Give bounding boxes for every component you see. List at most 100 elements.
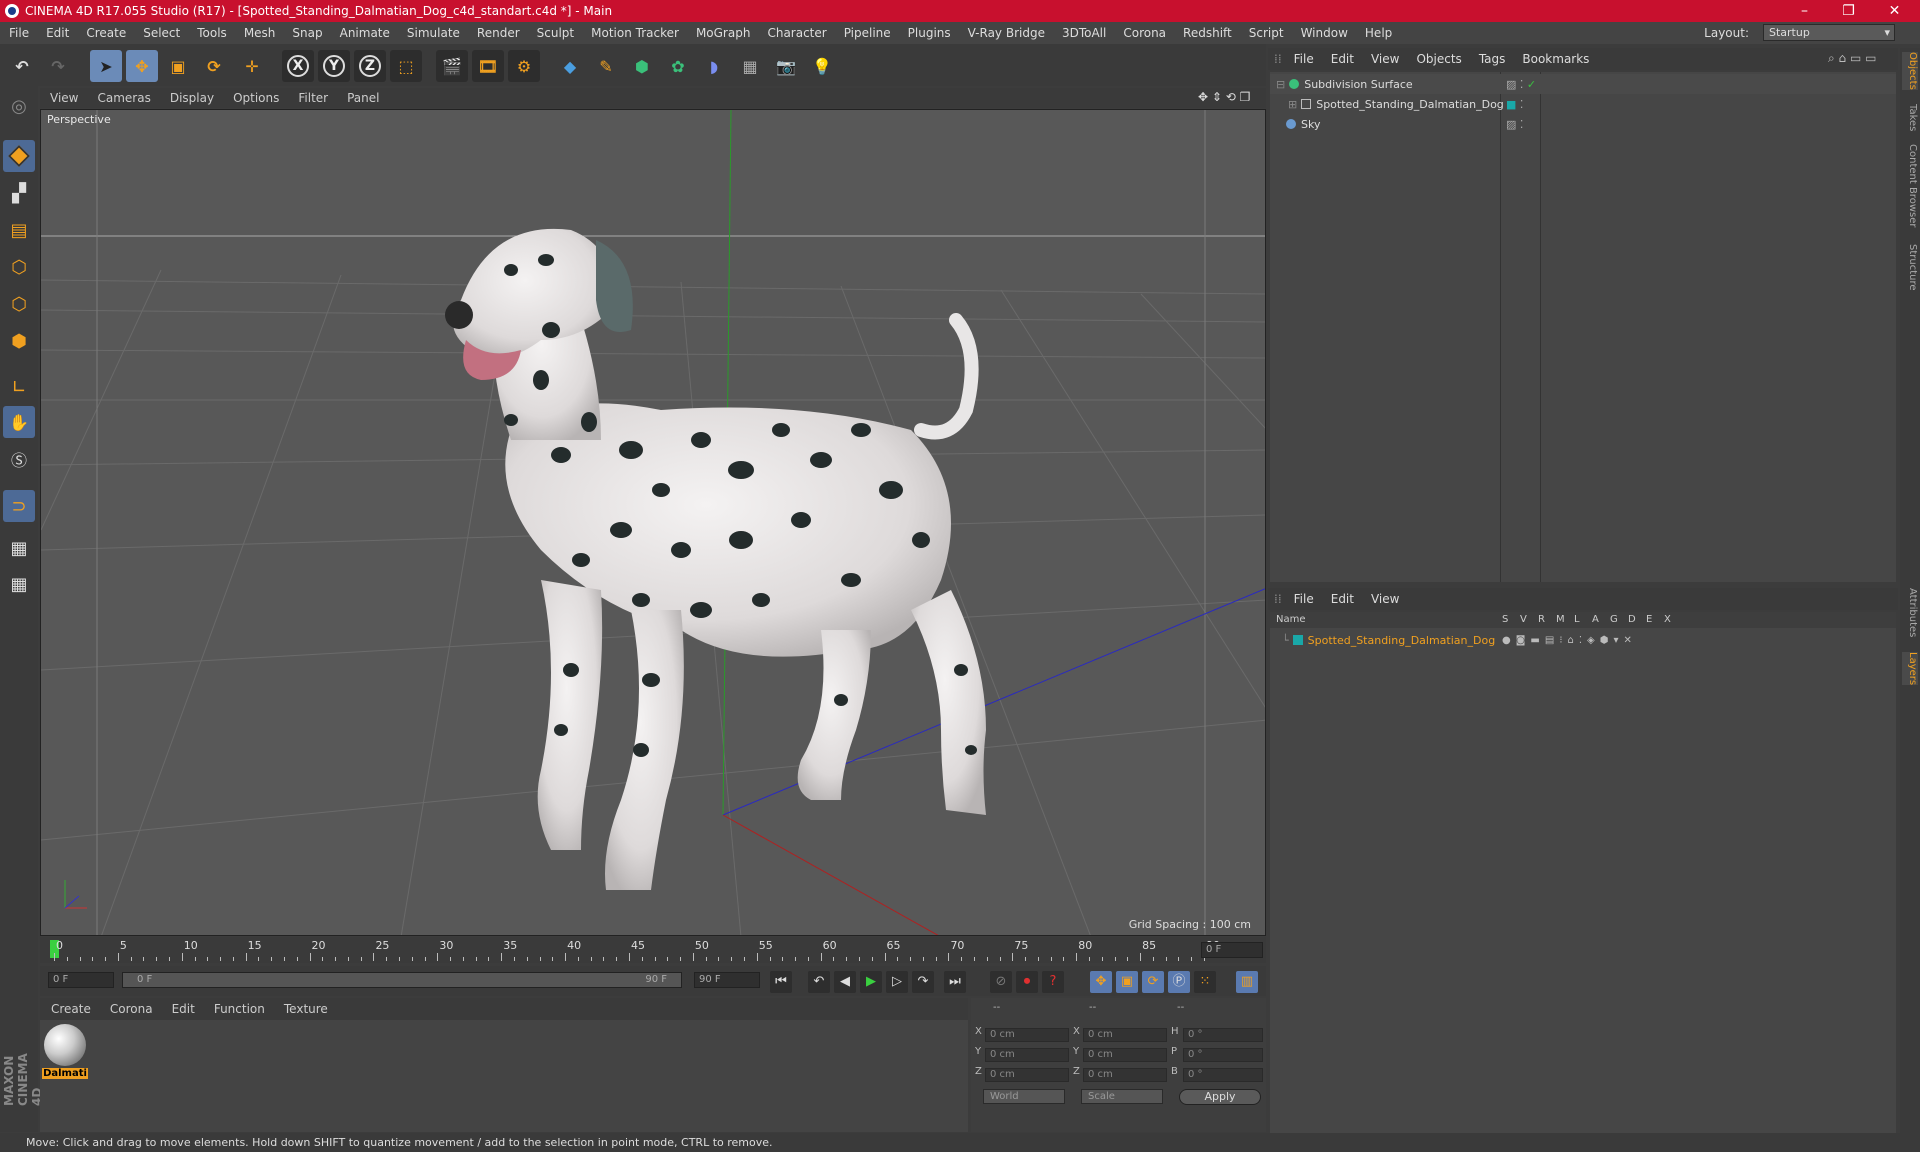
object-menu-tags[interactable]: Tags [1471, 52, 1515, 66]
apply-button[interactable]: Apply [1179, 1089, 1261, 1105]
layer-col-expressions[interactable]: E [1646, 614, 1652, 625]
menu-vray-bridge[interactable]: V-Ray Bridge [959, 26, 1053, 40]
rotation-b-input[interactable]: 0 ° [1183, 1068, 1263, 1082]
layer-col-render[interactable]: R [1538, 614, 1545, 625]
viewport-menu-display[interactable]: Display [160, 91, 223, 105]
panel-grip-icon[interactable]: ⁞⁞ [1268, 592, 1286, 606]
frame-range-slider[interactable]: 0 F 90 F [122, 972, 682, 988]
size-z-input[interactable]: 0 cm [1083, 1068, 1167, 1082]
keyframe-selection-icon[interactable]: ? [1042, 971, 1064, 993]
grid-snap-icon[interactable]: ▦ [3, 568, 35, 600]
object-manager-search-icons[interactable]: ⌕ ⌂ ▭ ▭ [1828, 51, 1876, 66]
key-position-icon[interactable]: ✥ [1090, 971, 1112, 993]
layout-dropdown[interactable]: Startup [1763, 24, 1895, 41]
render-settings-icon[interactable]: ⚙ [508, 50, 540, 82]
menu-render[interactable]: Render [468, 26, 528, 40]
light-icon[interactable]: 💡 [806, 50, 838, 82]
position-z-input[interactable]: 0 cm [985, 1068, 1069, 1082]
material-preview-thumbnail[interactable] [44, 1024, 86, 1066]
scale-mode-dropdown[interactable]: Scale [1081, 1089, 1163, 1104]
material-name-label[interactable]: Dalmati [42, 1068, 88, 1079]
go-to-start-icon[interactable]: ⏮ [770, 971, 792, 993]
polygons-mode-icon[interactable]: ⬢ [3, 325, 35, 357]
tab-attributes[interactable]: Attributes [1902, 588, 1918, 637]
recent-tool-icon[interactable]: ✛ [236, 50, 268, 82]
timeline-window-icon[interactable]: ▥ [1236, 971, 1258, 993]
layer-menu-edit[interactable]: Edit [1323, 592, 1363, 606]
key-scale-icon[interactable]: ▣ [1116, 971, 1138, 993]
menu-pipeline[interactable]: Pipeline [835, 26, 899, 40]
viewport-menu-cameras[interactable]: Cameras [87, 91, 159, 105]
axis-mode-icon[interactable]: ∟ [3, 371, 35, 403]
make-editable-icon[interactable]: ◎ [3, 90, 35, 122]
camera-icon[interactable]: 📷 [770, 50, 802, 82]
deformer-icon[interactable]: ◗ [698, 50, 730, 82]
solo-mode-icon[interactable]: Ⓢ [3, 443, 35, 475]
go-to-next-key-icon[interactable]: ↷ [912, 971, 934, 993]
world-space-dropdown[interactable]: World [983, 1089, 1065, 1104]
tab-layers[interactable]: Layers [1902, 652, 1918, 686]
render-picture-viewer-icon[interactable]: 🎞 [472, 50, 504, 82]
workplane-lock-icon[interactable]: ▦ [3, 532, 35, 564]
move-tool-icon[interactable]: ✥ [126, 50, 158, 82]
rotation-p-input[interactable]: 0 ° [1183, 1048, 1263, 1062]
panel-grip-icon[interactable]: ⁞⁞ [1268, 52, 1286, 66]
menu-redshift[interactable]: Redshift [1174, 26, 1240, 40]
tab-takes[interactable]: Takes [1902, 104, 1918, 131]
texture-mode-icon[interactable]: ▞ [3, 177, 35, 209]
next-frame-icon[interactable]: ▷ [886, 971, 908, 993]
menu-plugins[interactable]: Plugins [899, 26, 959, 40]
viewport-menu-panel[interactable]: Panel [337, 91, 388, 105]
autokey-icon[interactable]: ⏺ [1016, 971, 1038, 993]
menu-select[interactable]: Select [134, 26, 188, 40]
x-axis-lock-button[interactable]: X [282, 50, 314, 82]
material-menu-corona[interactable]: Corona [99, 1002, 161, 1016]
object-menu-bookmarks[interactable]: Bookmarks [1514, 52, 1598, 66]
layer-menu-view[interactable]: View [1363, 592, 1408, 606]
tab-structure[interactable]: Structure [1902, 244, 1918, 291]
tab-content-browser[interactable]: Content Browser [1902, 144, 1918, 227]
position-y-input[interactable]: 0 cm [985, 1048, 1069, 1062]
menu-sculpt[interactable]: Sculpt [528, 26, 582, 40]
object-row[interactable]: ⊞ Spotted_Standing_Dalmatian_Dog ■ ⁚ [1270, 94, 1896, 114]
minimize-button[interactable]: – [1782, 0, 1827, 22]
layer-col-deformers[interactable]: D [1628, 614, 1636, 625]
layer-row[interactable]: └ Spotted_Standing_Dalmatian_Dog ●◙▬▤⁝⌂⁚… [1270, 630, 1896, 650]
object-row[interactable]: Sky ▨ ⁚ [1270, 114, 1896, 134]
rotation-h-input[interactable]: 0 ° [1183, 1028, 1263, 1042]
timeline-ruler[interactable]: 051015202530354045505560657075808590 0 F [40, 937, 1266, 963]
material-menu-edit[interactable]: Edit [161, 1002, 203, 1016]
layer-toggle-icons[interactable]: ●◙▬▤⁝⌂⁚◈⬢▾✕ [1502, 635, 1637, 646]
object-visibility-icon[interactable]: ▨ ⁚ ✓ [1506, 78, 1536, 91]
coordinate-system-icon[interactable]: ⬚ [390, 50, 422, 82]
layer-col-animation[interactable]: A [1592, 614, 1599, 625]
object-menu-edit[interactable]: Edit [1323, 52, 1363, 66]
material-menu-texture[interactable]: Texture [273, 1002, 336, 1016]
object-menu-view[interactable]: View [1363, 52, 1408, 66]
current-frame-field[interactable]: 0 F [1201, 942, 1263, 958]
menu-edit[interactable]: Edit [37, 26, 77, 40]
menu-snap[interactable]: Snap [283, 26, 330, 40]
menu-file[interactable]: File [0, 26, 37, 40]
play-forward-icon[interactable]: ▶ [860, 971, 882, 993]
object-menu-file[interactable]: File [1286, 52, 1323, 66]
record-keys-icon[interactable]: ⊘ [990, 971, 1012, 993]
model-mode-icon[interactable] [3, 140, 35, 172]
viewport-navigation-icons[interactable]: ✥ ⇕ ⟲ ❐ [1198, 90, 1250, 104]
z-axis-lock-button[interactable]: Z [354, 50, 386, 82]
floor-icon[interactable]: ▦ [734, 50, 766, 82]
cloner-icon[interactable]: ✿ [662, 50, 694, 82]
menu-help[interactable]: Help [1356, 26, 1400, 40]
points-mode-icon[interactable]: ⬡ [3, 251, 35, 283]
position-x-input[interactable]: 0 cm [985, 1028, 1069, 1042]
tweak-mode-icon[interactable]: ✋ [3, 406, 35, 438]
layer-col-xref[interactable]: X [1664, 614, 1671, 625]
key-point-level-icon[interactable]: ⁙ [1194, 971, 1216, 993]
layer-col-visible[interactable]: V [1520, 614, 1527, 625]
size-y-input[interactable]: 0 cm [1083, 1048, 1167, 1062]
object-visibility-icon[interactable]: ▨ ⁚ [1506, 118, 1523, 131]
viewport-menu-view[interactable]: View [40, 91, 87, 105]
menu-3dtoall[interactable]: 3DToAll [1053, 26, 1114, 40]
layer-col-generators[interactable]: G [1610, 614, 1618, 625]
undo-icon[interactable]: ↶ [6, 50, 38, 82]
